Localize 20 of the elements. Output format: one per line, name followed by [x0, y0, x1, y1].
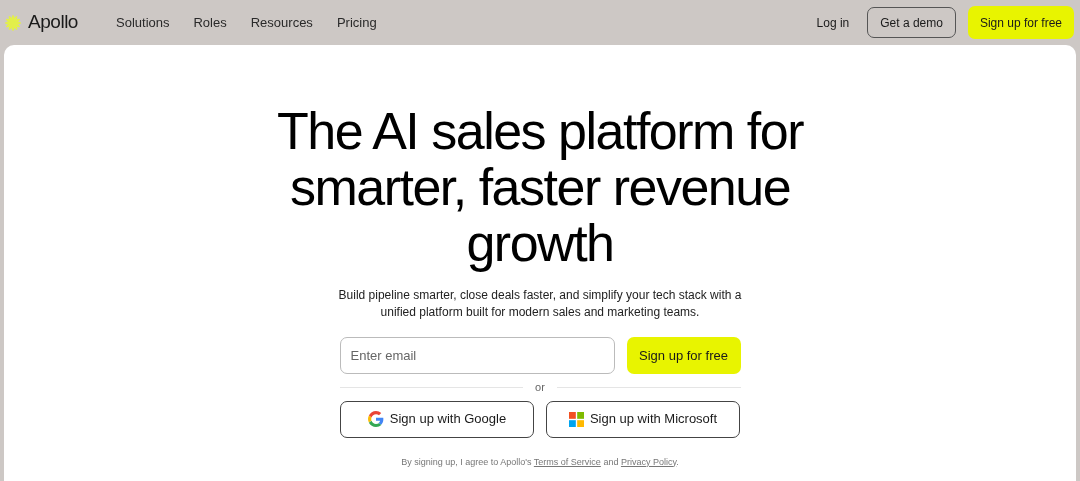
nav-link[interactable]: Pricing [336, 12, 377, 33]
nav-link[interactable]: Solutions [116, 12, 170, 33]
google-icon [367, 411, 384, 427]
logo-text[interactable]: Apollo [28, 8, 78, 37]
demo-button[interactable]: Get a demo [867, 7, 956, 38]
social-signup-button[interactable]: Sign up with Microsoft [546, 400, 740, 438]
microsoft-icon [568, 411, 584, 427]
terms-link[interactable]: Terms of Service [533, 456, 601, 467]
logo-icon [4, 13, 22, 32]
or-divider-text: or [535, 380, 545, 395]
login-link[interactable]: Log in [816, 13, 850, 32]
signup-button[interactable]: Sign up for free [967, 6, 1074, 39]
nav-link[interactable]: Resources [250, 12, 313, 33]
hero-subtitle: Build pipeline smarter, close deals faster, and simplify your tech stack with a unified platform built for modern sales and marketing teams. [337, 287, 743, 321]
social-signup-button[interactable]: Sign up with Google [340, 400, 534, 438]
legal-text: By signing up, I agree to Apollo's Terms of Service and Privacy Policy. [401, 455, 679, 469]
nav-link[interactable]: Roles [193, 12, 227, 33]
email-field[interactable]: Enter email [339, 337, 615, 374]
submit-button[interactable]: Sign up for free [626, 337, 741, 374]
hero-title: The AI sales platform for smarter, faster revenue growth [276, 103, 804, 271]
